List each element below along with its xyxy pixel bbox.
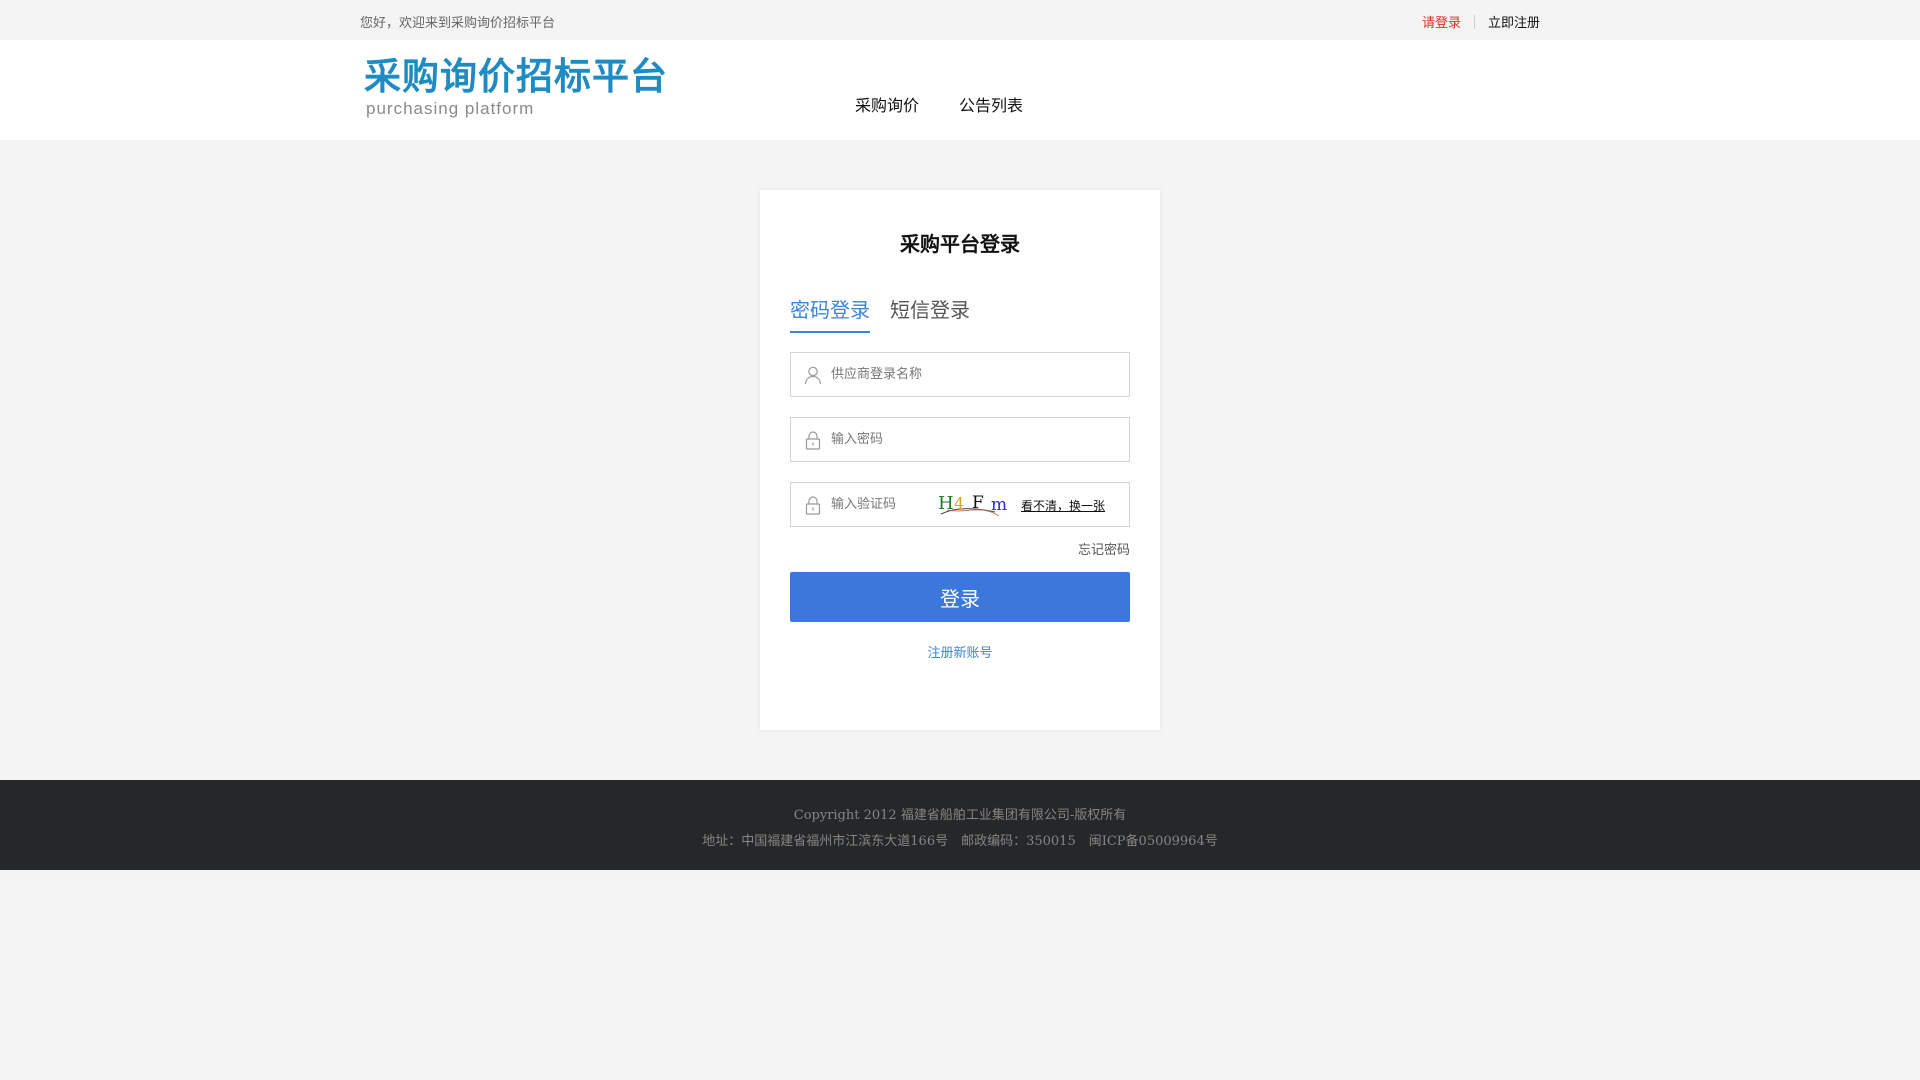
top-links: 请登录 立即注册: [1422, 12, 1540, 31]
password-input[interactable]: [831, 418, 1121, 461]
logo-subtitle: purchasing platform: [366, 99, 535, 118]
lock-icon: [805, 431, 821, 450]
footer: Copyright 2012 福建省船舶工业集团有限公司-版权所有 地址：中国福…: [0, 780, 1920, 870]
user-icon: [804, 366, 822, 385]
top-bar: 您好，欢迎来到采购询价招标平台 请登录 立即注册: [0, 0, 1920, 40]
username-field: [790, 352, 1130, 397]
password-field: [790, 417, 1130, 462]
nav-item-announcements[interactable]: 公告列表: [959, 92, 1023, 116]
tab-password-login[interactable]: 密码登录: [790, 294, 870, 333]
captcha-char: F: [972, 493, 984, 513]
login-link[interactable]: 请登录: [1422, 12, 1461, 31]
login-card: 采购平台登录 密码登录 短信登录 H 4 F: [760, 190, 1160, 730]
nav-item-purchase-inquiry[interactable]: 采购询价: [855, 92, 919, 116]
refresh-captcha-link[interactable]: 看不清，换一张: [1021, 497, 1105, 514]
main-nav: 采购询价 公告列表: [855, 92, 1063, 116]
captcha-field: H 4 F m 看不清，换一张: [790, 482, 1130, 527]
login-button[interactable]: 登录: [790, 572, 1130, 622]
lock-icon: [805, 496, 821, 515]
captcha-char: m: [991, 495, 1007, 515]
header: 采购询价招标平台 purchasing platform 采购询价 公告列表: [0, 40, 1920, 140]
footer-address: 地址：中国福建省福州市江滨东大道166号 邮政编码：350015 闽ICP备05…: [702, 834, 1218, 849]
login-title: 采购平台登录: [900, 232, 1020, 256]
register-new-account-link[interactable]: 注册新账号: [760, 642, 1160, 661]
captcha-char: 4: [954, 494, 964, 513]
captcha-char: H: [938, 493, 954, 514]
register-link[interactable]: 立即注册: [1488, 12, 1540, 31]
divider: [1473, 14, 1475, 29]
captcha-image[interactable]: H 4 F m: [937, 490, 1012, 520]
welcome-text: 您好，欢迎来到采购询价招标平台: [360, 16, 556, 31]
forgot-password-link[interactable]: 忘记密码: [1078, 539, 1130, 558]
footer-copyright: Copyright 2012 福建省船舶工业集团有限公司-版权所有: [793, 808, 1127, 823]
login-tabs: 密码登录 短信登录: [790, 294, 990, 333]
logo[interactable]: 采购询价招标平台 purchasing platform: [364, 54, 668, 120]
tab-sms-login[interactable]: 短信登录: [890, 294, 970, 333]
username-input[interactable]: [831, 353, 1121, 396]
logo-title: 采购询价招标平台: [364, 54, 668, 98]
